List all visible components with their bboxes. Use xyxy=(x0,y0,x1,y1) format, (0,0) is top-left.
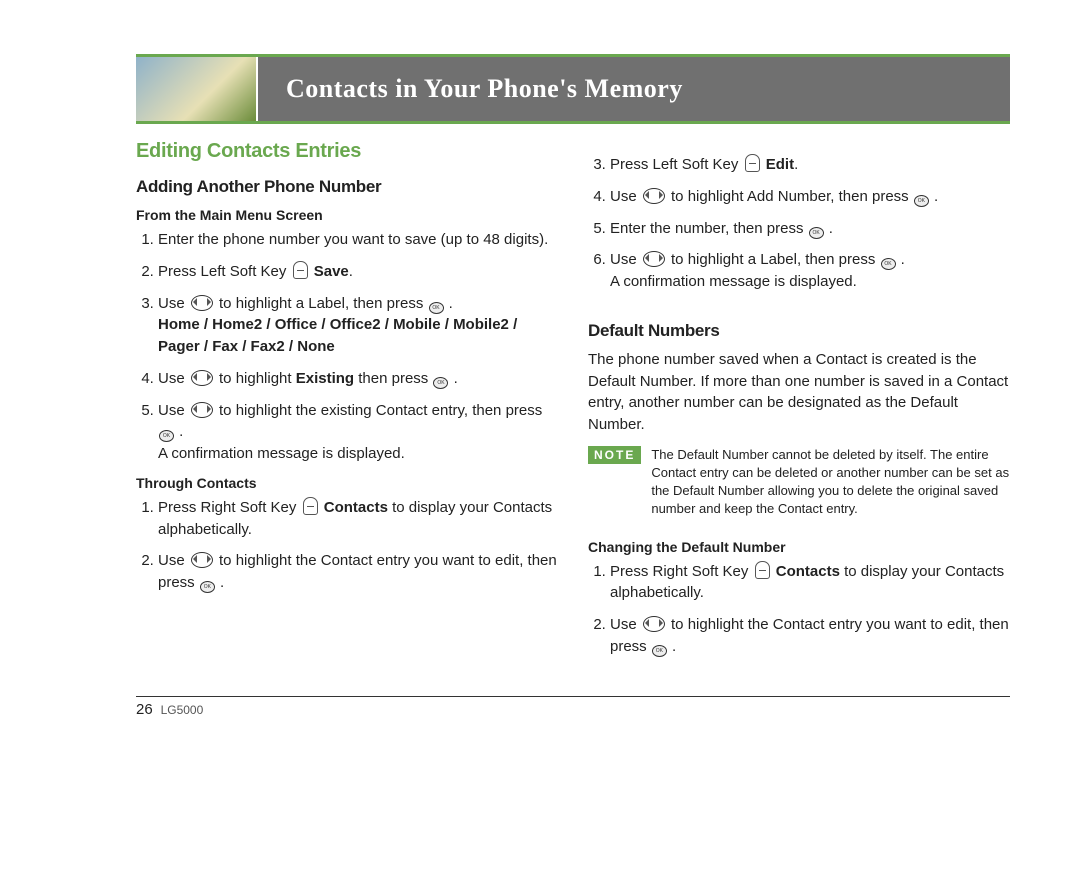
page-number: 26 xyxy=(136,701,153,718)
subsub-from-main: From the Main Menu Screen xyxy=(136,207,558,223)
nav-icon xyxy=(191,552,213,568)
ok-icon xyxy=(159,430,174,442)
banner-rule-bottom xyxy=(136,121,1010,124)
model-label: LG5000 xyxy=(161,703,204,717)
steps-changing-default: Press Right Soft Key Contacts to display… xyxy=(588,561,1010,658)
ok-icon xyxy=(433,377,448,389)
footer-rule xyxy=(136,696,1010,697)
step-5: Enter the number, then press . xyxy=(610,218,1010,240)
nav-icon xyxy=(191,402,213,418)
step-4: Use to highlight Existing then press . xyxy=(158,368,558,390)
note-label: NOTE xyxy=(588,446,641,464)
note-block: NOTE The Default Number cannot be delete… xyxy=(588,446,1010,519)
step-1: Press Right Soft Key Contacts to display… xyxy=(610,561,1010,605)
ok-icon xyxy=(652,645,667,657)
step-1: Enter the phone number you want to save … xyxy=(158,229,558,251)
softkey-icon xyxy=(745,154,760,172)
step-5: Use to highlight the existing Contact en… xyxy=(158,400,558,465)
page-title: Contacts in Your Phone's Memory xyxy=(286,74,683,104)
steps-continued: Press Left Soft Key Edit. Use to highlig… xyxy=(588,154,1010,293)
step-6: Use to highlight a Label, then press . A… xyxy=(610,249,1010,293)
default-numbers-para: The phone number saved when a Contact is… xyxy=(588,349,1010,436)
step-2: Use to highlight the Contact entry you w… xyxy=(158,550,558,594)
ok-icon xyxy=(881,258,896,270)
step-2: Press Left Soft Key Save. xyxy=(158,261,558,283)
subheading-adding: Adding Another Phone Number xyxy=(136,177,558,197)
nav-icon xyxy=(643,251,665,267)
nav-icon xyxy=(643,616,665,632)
softkey-icon xyxy=(303,497,318,515)
subheading-default-numbers: Default Numbers xyxy=(588,321,1010,341)
confirm-msg: A confirmation message is displayed. xyxy=(158,443,558,465)
steps-through-contacts: Press Right Soft Key Contacts to display… xyxy=(136,497,558,594)
header-banner: Contacts in Your Phone's Memory xyxy=(70,54,1010,124)
step-1: Press Right Soft Key Contacts to display… xyxy=(158,497,558,541)
nav-icon xyxy=(191,295,213,311)
confirm-msg: A confirmation message is displayed. xyxy=(610,271,1010,293)
step-3: Use to highlight a Label, then press . H… xyxy=(158,293,558,358)
section-title: Editing Contacts Entries xyxy=(136,140,558,163)
softkey-icon xyxy=(293,261,308,279)
step-4: Use to highlight Add Number, then press … xyxy=(610,186,1010,208)
page-footer: 26 LG5000 xyxy=(136,701,1010,718)
ok-icon xyxy=(914,195,929,207)
steps-from-main: Enter the phone number you want to save … xyxy=(136,229,558,465)
step-2: Use to highlight the Contact entry you w… xyxy=(610,614,1010,658)
ok-icon xyxy=(809,227,824,239)
subsub-changing-default: Changing the Default Number xyxy=(588,539,1010,555)
ok-icon xyxy=(429,302,444,314)
banner-image xyxy=(136,57,258,121)
label-options: Home / Home2 / Office / Office2 / Mobile… xyxy=(158,314,558,358)
banner-grey-bar: Contacts in Your Phone's Memory xyxy=(258,57,1010,121)
left-column: Editing Contacts Entries Adding Another … xyxy=(136,136,558,668)
note-text: The Default Number cannot be deleted by … xyxy=(651,446,1010,519)
ok-icon xyxy=(200,581,215,593)
nav-icon xyxy=(191,370,213,386)
nav-icon xyxy=(643,188,665,204)
subsub-through-contacts: Through Contacts xyxy=(136,475,558,491)
right-column: Press Left Soft Key Edit. Use to highlig… xyxy=(588,136,1010,668)
softkey-icon xyxy=(755,561,770,579)
step-3: Press Left Soft Key Edit. xyxy=(610,154,1010,176)
